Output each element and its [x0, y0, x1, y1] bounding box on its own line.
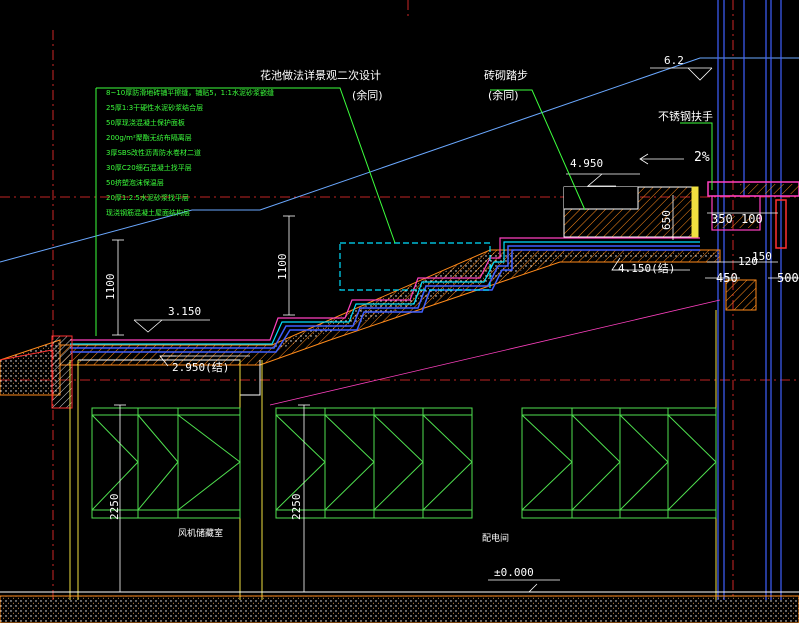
dim-450: 450: [716, 271, 738, 285]
rail-post: [691, 186, 699, 238]
dim-350: 350: [711, 212, 733, 226]
layer-item: 200g/m²聚酯无纺布隔离层: [106, 134, 192, 142]
layer-item: 现浇钢筋混凝土屋面结构层: [106, 209, 190, 217]
top-beam-hatch: [740, 184, 799, 194]
stair-note-sub: (余同): [488, 89, 519, 102]
height-2250-right: 2250: [290, 493, 303, 521]
layer-item: 50挤塑泡沫保温层: [106, 179, 164, 187]
elevation-6-2: 6.2: [664, 54, 684, 67]
elevation-4950: 4.950: [570, 157, 604, 170]
floor-slab: [0, 595, 799, 623]
layer-item: 8~10厚防滑地砖铺平擦缝，铺贴5，1:1水泥砂浆嵌缝: [106, 89, 274, 97]
height-1100-mid: 1100: [276, 253, 289, 281]
slope-arrow: [639, 153, 684, 165]
room-left-label: 风机储藏室: [178, 529, 224, 539]
height-1100-left: 1100: [104, 273, 117, 301]
elevation-4150: 4.150(结): [618, 262, 676, 275]
dim-500: 500: [777, 271, 799, 285]
rail-note: 不锈钢扶手: [658, 110, 713, 123]
layer-item: 20厚1:2.5水泥砂浆找平层: [106, 194, 189, 202]
layer-item: 3厚SBS改性沥青防水卷材二道: [106, 149, 202, 157]
concrete-fill-2: [0, 339, 61, 396]
elevation-2950: 2.950(结): [172, 361, 230, 374]
windows: [91, 407, 717, 519]
same-as-text: 余同: [356, 89, 379, 102]
same-as-note: (余同): [352, 89, 383, 102]
dimension-lines: [112, 67, 799, 593]
planter-note: 花池做法详景观二次设计: [260, 69, 381, 82]
dim-150: 150: [752, 250, 772, 263]
dim-100: 100: [741, 212, 763, 226]
slope-label: 2%: [694, 150, 710, 165]
height-2250-left: 2250: [108, 493, 121, 521]
top-step-mask: [564, 187, 638, 209]
layer-item: 50厚现浇混凝土保护面板: [106, 119, 185, 127]
dim-650: 650: [660, 210, 673, 230]
left-ledge: [51, 335, 73, 409]
elevation-0000: ±0.000: [494, 566, 534, 579]
layer-item: 25厚1:3干硬性水泥砂浆结合层: [106, 104, 204, 112]
layer-item: 30厚C20细石混凝土找平层: [106, 164, 192, 172]
stair-note: 砖砌踏步: [484, 69, 528, 82]
room-right-label: 配电间: [482, 534, 510, 544]
elevation-3150: 3.150: [168, 305, 202, 318]
